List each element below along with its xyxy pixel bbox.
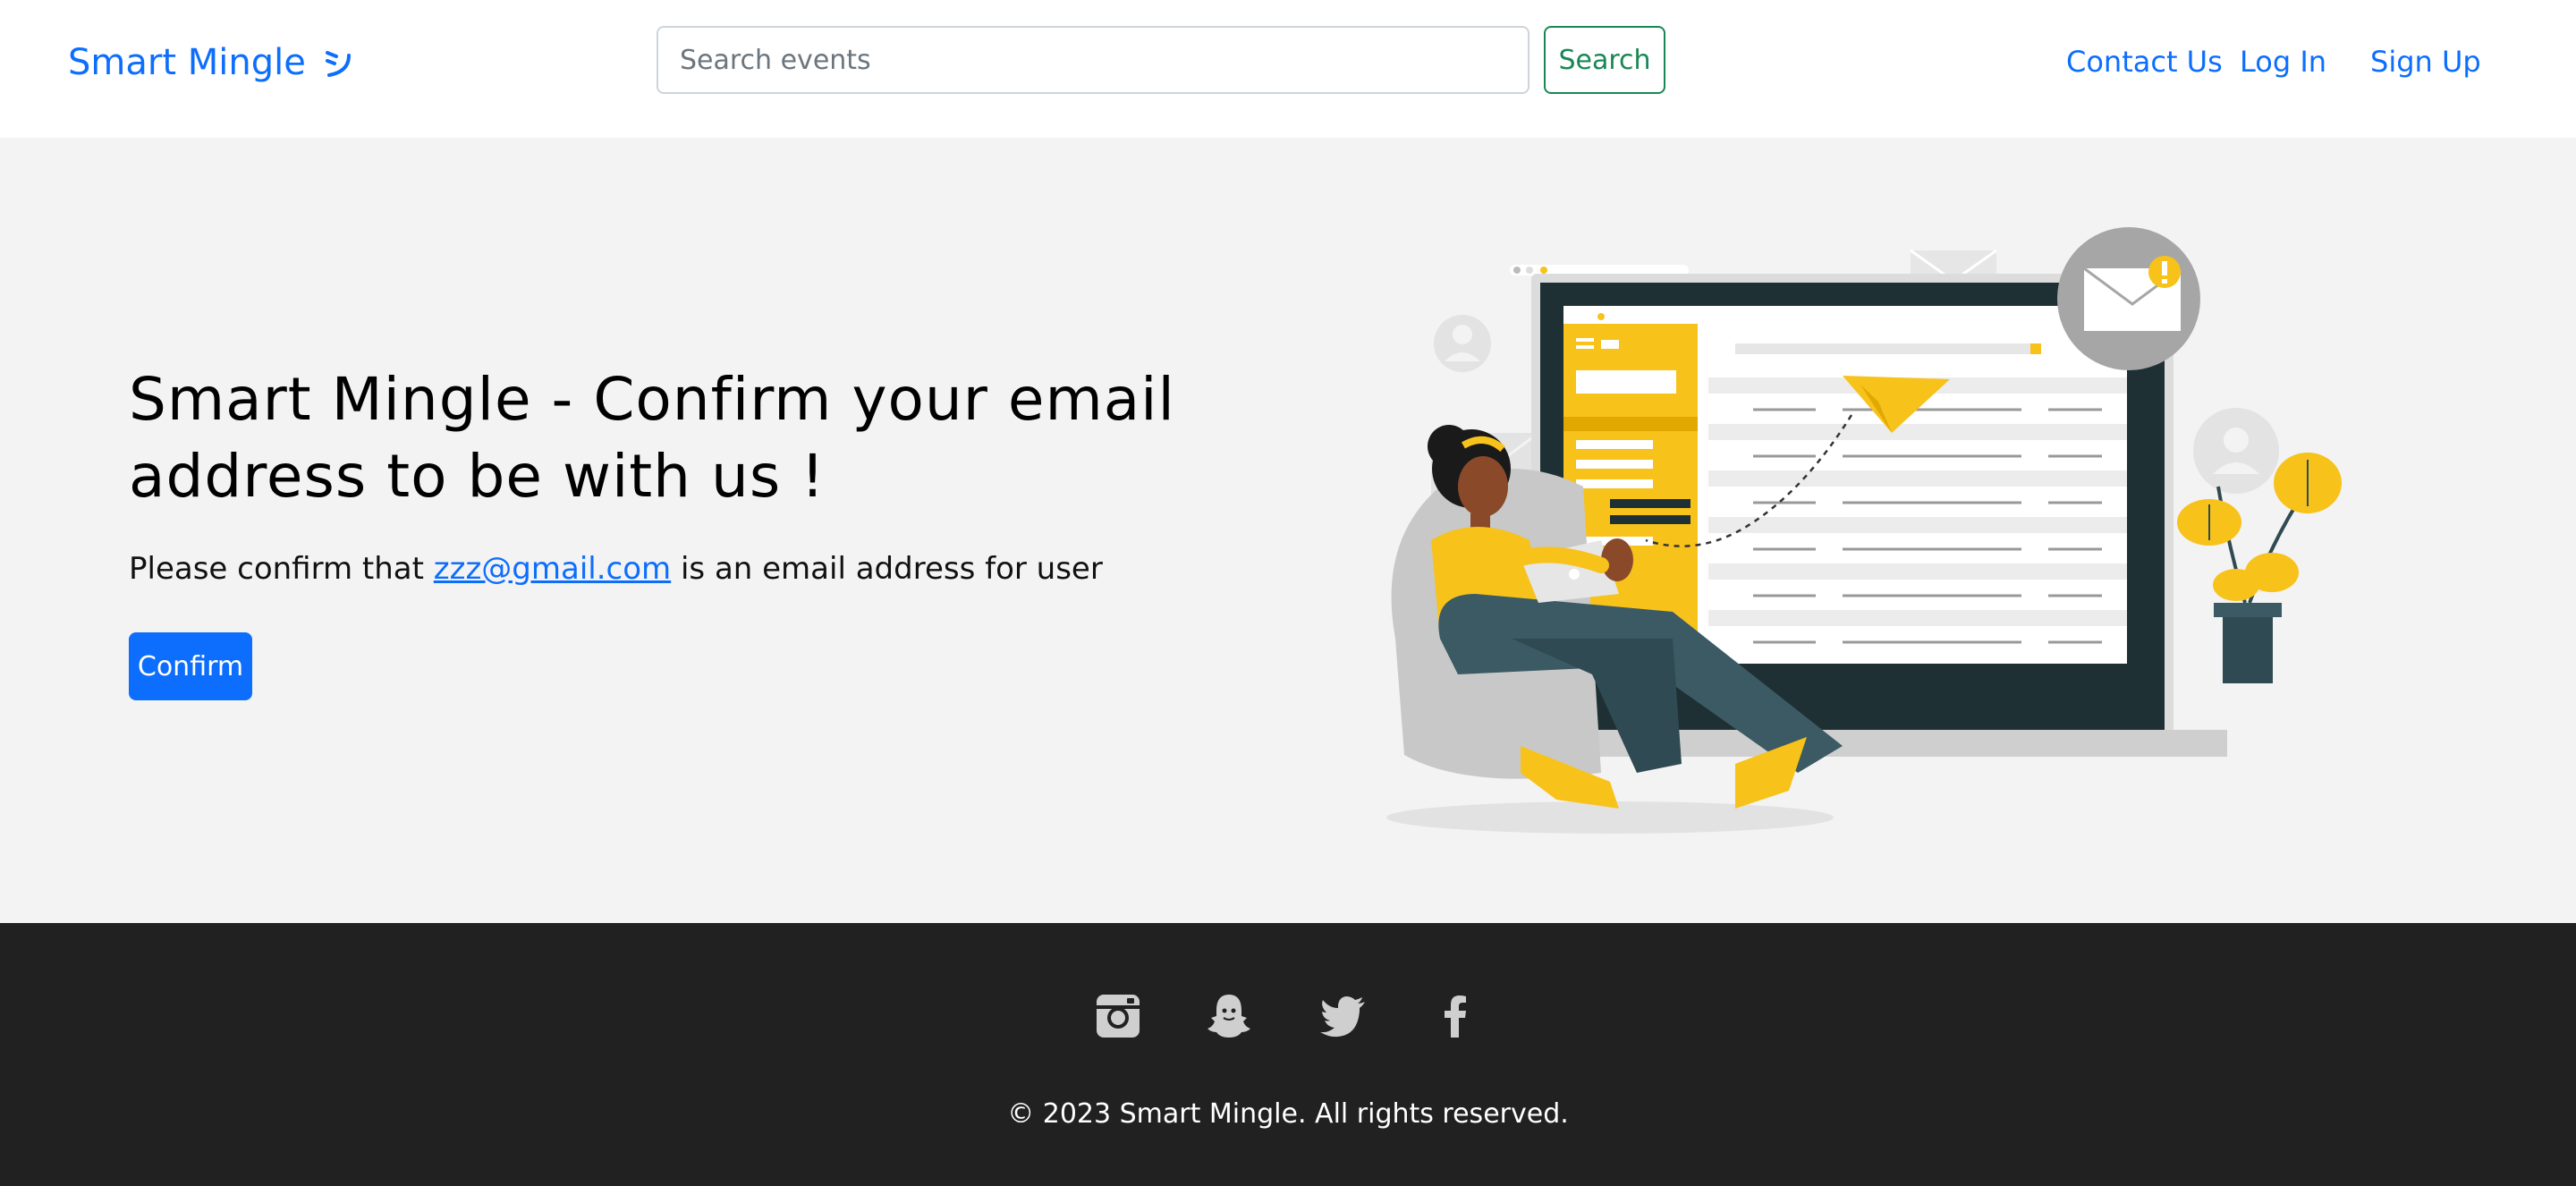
nav-sign-up[interactable]: Sign Up — [2370, 39, 2481, 84]
confirm-button[interactable]: Confirm — [129, 632, 252, 700]
email-link[interactable]: zzz@gmail.com — [434, 551, 671, 587]
brand-name: Smart Mingle — [68, 42, 306, 83]
nav-contact-us[interactable]: Contact Us — [2066, 39, 2223, 84]
smile-icon — [325, 51, 351, 77]
brand-link[interactable]: Smart Mingle — [68, 36, 356, 89]
copyright-text: © 2023 Smart Mingle. All rights reserved… — [1007, 1098, 1569, 1130]
confirm-message: Please confirm that zzz@gmail.com is an … — [129, 551, 1103, 587]
facebook-icon[interactable] — [1431, 991, 1481, 1041]
woman-with-laptop-email-illustration — [1386, 227, 2342, 834]
confirm-text-before: Please confirm that — [129, 551, 434, 587]
snapchat-icon[interactable] — [1204, 991, 1254, 1041]
confirm-text-after: is an email address for user — [671, 551, 1103, 587]
search-button[interactable]: Search — [1544, 26, 1665, 94]
hero-section: Smart Mingle - Confirm your email addres… — [0, 138, 2576, 923]
page-title: Smart Mingle - Confirm your email addres… — [129, 365, 1175, 511]
twitter-icon[interactable] — [1318, 991, 1368, 1041]
search-input[interactable] — [657, 26, 1530, 94]
instagram-icon[interactable] — [1093, 991, 1143, 1041]
footer: © 2023 Smart Mingle. All rights reserved… — [0, 923, 2576, 1186]
navbar: Smart Mingle Search Contact Us Log In Si… — [0, 0, 2576, 138]
nav-log-in[interactable]: Log In — [2240, 39, 2326, 84]
